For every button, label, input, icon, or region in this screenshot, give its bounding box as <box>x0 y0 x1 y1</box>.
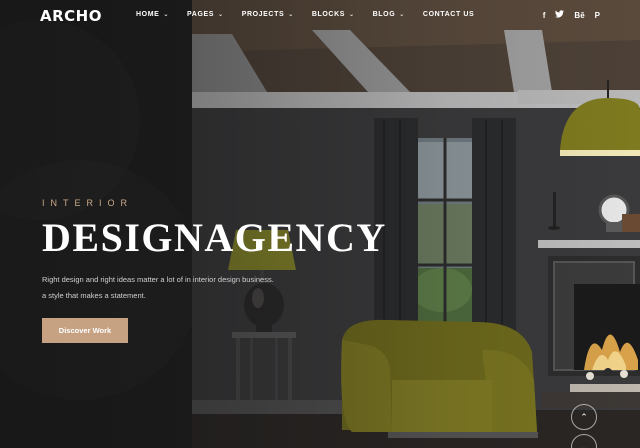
nav-item-blog[interactable]: BLOG ⌄ <box>373 11 405 18</box>
chevron-up-icon: ⌃ <box>580 411 588 422</box>
hero-description-line: Right design and right ideas matter a lo… <box>42 275 274 284</box>
main-nav: HOME ⌄ PAGES ⌄ PROJECTS ⌄ BLOCKS ⌄ BLOG … <box>136 11 492 18</box>
chevron-down-icon: ⌄ <box>288 12 294 18</box>
behance-icon[interactable]: Bē <box>574 11 584 20</box>
nav-item-label: PAGES <box>187 11 215 18</box>
hero-eyebrow: INTERIOR <box>42 198 134 208</box>
nav-item-blocks[interactable]: BLOCKS ⌄ <box>312 11 355 18</box>
nav-item-label: BLOCKS <box>311 11 346 18</box>
nav-item-label: HOME <box>136 11 160 18</box>
twitter-icon[interactable] <box>555 10 565 20</box>
chevron-down-icon: ⌄ <box>163 12 170 18</box>
nav-item-projects[interactable]: PROJECTS ⌄ <box>242 11 294 18</box>
pinterest-icon[interactable]: P <box>595 11 600 20</box>
hero-description-line: a style that makes a statement. <box>42 291 146 300</box>
chevron-down-icon: ⌄ <box>399 12 405 18</box>
site-header: ARCHO HOME ⌄ PAGES ⌄ PROJECTS ⌄ BLOCKS ⌄… <box>0 0 640 32</box>
nav-item-contact-us[interactable]: CONTACT US <box>423 11 474 18</box>
scroll-up-button[interactable]: ⌃ <box>571 404 597 430</box>
facebook-icon[interactable]: f <box>543 11 546 20</box>
hero-headline: DESIGNAGENCY <box>42 215 387 260</box>
chevron-down-icon: ⌄ <box>349 12 355 18</box>
hero-description: Right design and right ideas matter a lo… <box>42 272 302 304</box>
social-links: f Bē P <box>543 10 600 20</box>
discover-work-button[interactable]: Discover Work <box>42 318 128 343</box>
nav-item-label: CONTACT US <box>422 11 475 18</box>
nav-item-label: PROJECTS <box>241 11 285 18</box>
chevron-down-icon: ⌄ <box>218 12 224 18</box>
nav-item-pages[interactable]: PAGES ⌄ <box>187 11 224 18</box>
chevron-down-icon: ⌄ <box>580 441 588 448</box>
logo[interactable]: ARCHO <box>40 7 102 25</box>
nav-item-home[interactable]: HOME ⌄ <box>136 11 169 18</box>
nav-item-label: BLOG <box>372 11 396 18</box>
